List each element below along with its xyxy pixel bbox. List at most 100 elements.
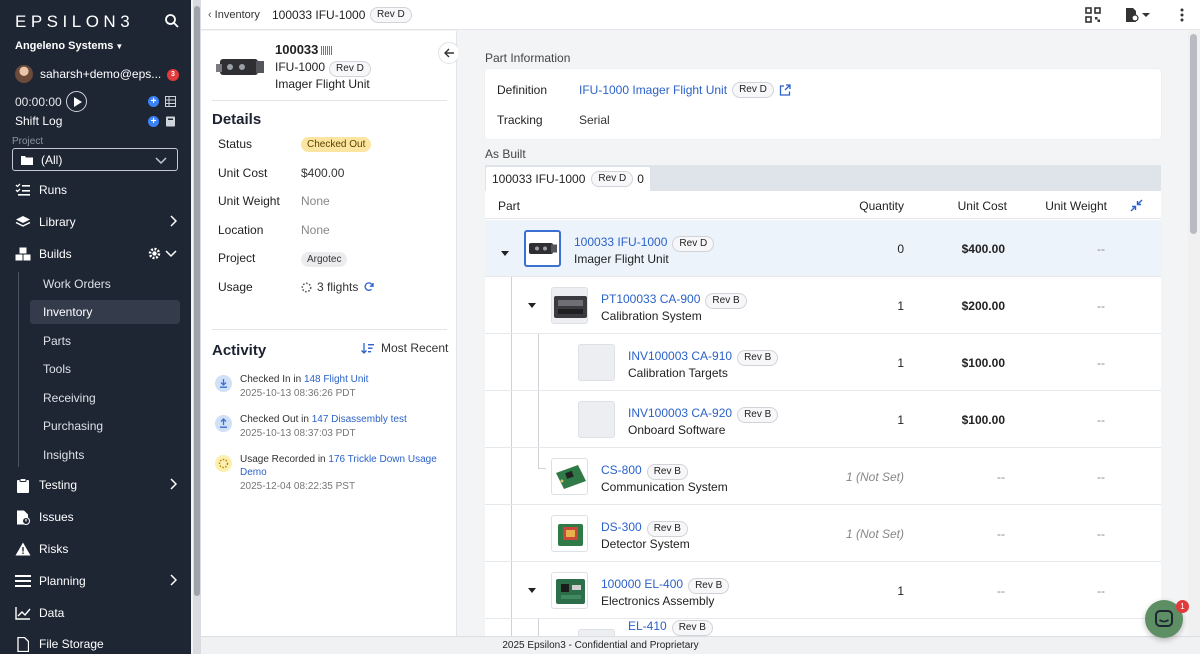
table-row[interactable]: 100000 EL-400 Rev B Electronics Assembly … [485, 562, 1161, 619]
nav-risks[interactable]: Risks [15, 538, 183, 560]
expand-toggle-icon[interactable] [528, 588, 536, 593]
part-link[interactable]: INV100003 CA-910 Rev B [628, 349, 779, 366]
more-vertical-icon[interactable] [1179, 7, 1185, 23]
nav-inventory[interactable]: Inventory [30, 300, 180, 324]
definition-link[interactable]: IFU-1000 Imager Flight Unit Rev D [579, 82, 791, 98]
footer: 2025 Epsilon3 - Confidential and Proprie… [201, 636, 1200, 654]
table-row[interactable]: PT100033 CA-900 Rev B Calibration System … [485, 277, 1161, 334]
nav-file-storage[interactable]: File Storage [15, 633, 183, 654]
quantity-value: 1 (Not Set) [845, 527, 904, 541]
book-icon[interactable] [165, 116, 176, 127]
part-thumbnail[interactable] [216, 47, 266, 87]
part-description: Calibration Targets [628, 366, 728, 380]
refresh-icon[interactable] [364, 282, 375, 292]
nav-tools[interactable]: Tools [30, 357, 180, 381]
project-badge: Argotec [301, 251, 348, 267]
part-thumbnail[interactable] [551, 287, 588, 324]
part-thumbnail[interactable] [578, 344, 615, 381]
table-row[interactable]: 100033 IFU-1000 Rev D Imager Flight Unit … [485, 220, 1161, 277]
app-logo[interactable]: EPSILON3 [15, 12, 134, 32]
unit-weight-value: -- [1097, 584, 1105, 598]
nav-planning[interactable]: Planning [15, 570, 183, 592]
avatar [15, 65, 33, 83]
quantity-value: 1 [897, 299, 904, 313]
activity-time: 2025-12-04 08:22:35 PST [240, 481, 356, 492]
unit-weight-value: -- [1097, 356, 1105, 370]
rev-badge: Rev B [737, 350, 779, 366]
table-row[interactable]: EL-410 Rev B [485, 619, 1161, 636]
file-settings-icon[interactable] [1125, 7, 1151, 23]
user-menu[interactable]: saharsh+demo@eps... 3 [15, 65, 185, 83]
menu-icon [15, 573, 31, 589]
part-link[interactable]: CS-800 Rev B [601, 463, 688, 480]
qr-code-icon[interactable] [1085, 7, 1101, 23]
notification-badge[interactable]: 3 [167, 69, 179, 81]
external-link-icon[interactable] [779, 84, 791, 96]
gear-icon[interactable] [148, 247, 161, 260]
part-info-title: Part Information [485, 51, 571, 65]
col-quantity[interactable]: Quantity [859, 199, 904, 213]
table-row[interactable]: CS-800 Rev B Communication System 1 (Not … [485, 448, 1161, 505]
part-link[interactable]: 100033 IFU-1000 Rev D [574, 235, 715, 252]
part-thumbnail[interactable] [551, 458, 588, 495]
expand-toggle-icon[interactable] [501, 251, 509, 256]
nav-testing[interactable]: Testing [15, 474, 183, 496]
part-link[interactable]: EL-410 Rev B [628, 619, 713, 636]
nav-receiving[interactable]: Receiving [30, 386, 180, 410]
nav-runs[interactable]: Runs [15, 179, 183, 201]
add-shift-icon[interactable]: + [148, 116, 159, 127]
breadcrumb-back[interactable]: ‹ Inventory [208, 9, 260, 21]
shift-timer: 00:00:00 [15, 95, 62, 109]
unit-cost-value: -- [997, 584, 1005, 598]
table-row[interactable]: DS-300 Rev B Detector System 1 (Not Set) … [485, 505, 1161, 562]
nav-parts[interactable]: Parts [30, 329, 180, 353]
barcode-icon[interactable] [321, 46, 334, 56]
org-switcher[interactable]: Angeleno Systems ▼ [15, 40, 123, 52]
expand-toggle-icon[interactable] [528, 303, 536, 308]
col-part[interactable]: Part [498, 199, 520, 213]
activity-link[interactable]: 148 Flight Unit [304, 374, 368, 385]
details-panel: 100033 IFU-1000 Rev D Imager Flight Unit … [201, 31, 460, 636]
add-timer-icon[interactable]: + [148, 96, 159, 107]
search-icon[interactable] [163, 12, 181, 30]
sidebar-scroll-thumb[interactable] [194, 6, 200, 596]
tab-as-built-root[interactable]: 100033 IFU-1000 Rev D 0 [486, 167, 650, 191]
nav-work-orders[interactable]: Work Orders [30, 272, 180, 296]
part-thumbnail[interactable] [524, 230, 561, 267]
part-thumbnail[interactable] [551, 572, 588, 609]
nav-issues[interactable]: Issues [15, 506, 183, 528]
rev-badge: Rev B [737, 407, 779, 423]
tracking-label: Tracking [497, 113, 543, 127]
main-scroll-thumb[interactable] [1190, 34, 1197, 234]
unit-cost-value: $100.00 [961, 413, 1005, 427]
part-link[interactable]: DS-300 Rev B [601, 520, 688, 537]
play-button[interactable] [66, 91, 87, 112]
part-link[interactable]: PT100033 CA-900 Rev B [601, 292, 747, 309]
col-unit-weight[interactable]: Unit Weight [1045, 199, 1107, 213]
col-unit-cost[interactable]: Unit Cost [958, 199, 1007, 213]
rev-badge: Rev D [732, 82, 774, 98]
file-alert-icon [15, 509, 31, 525]
chevron-right-icon [170, 574, 177, 586]
part-link[interactable]: 100000 EL-400 Rev B [601, 577, 730, 594]
nav-purchasing[interactable]: Purchasing [30, 414, 180, 438]
shift-log[interactable]: Shift Log [15, 114, 62, 128]
nav-builds[interactable]: Builds [15, 243, 183, 265]
collapse-arrows-icon[interactable] [1130, 199, 1143, 212]
nav-insights[interactable]: Insights [30, 443, 180, 467]
project-select[interactable]: (All) [12, 148, 178, 171]
main-panel: Part Information Definition IFU-1000 Ima… [458, 31, 1188, 636]
activity-link[interactable]: 147 Disassembly test [312, 414, 407, 425]
nav-library[interactable]: Library [15, 211, 183, 233]
collapse-panel-button[interactable] [438, 42, 460, 64]
grid-icon[interactable] [165, 96, 176, 107]
part-link[interactable]: INV100003 CA-920 Rev B [628, 406, 779, 423]
table-row[interactable]: INV100003 CA-920 Rev B Onboard Software 1… [485, 391, 1161, 448]
quantity-value: 0 [897, 242, 904, 256]
part-thumbnail[interactable] [551, 515, 588, 552]
nav-data[interactable]: Data [15, 602, 183, 624]
part-thumbnail[interactable] [578, 629, 615, 636]
part-thumbnail[interactable] [578, 401, 615, 438]
activity-sort[interactable]: Most Recent [361, 341, 448, 355]
table-row[interactable]: INV100003 CA-910 Rev B Calibration Target… [485, 334, 1161, 391]
